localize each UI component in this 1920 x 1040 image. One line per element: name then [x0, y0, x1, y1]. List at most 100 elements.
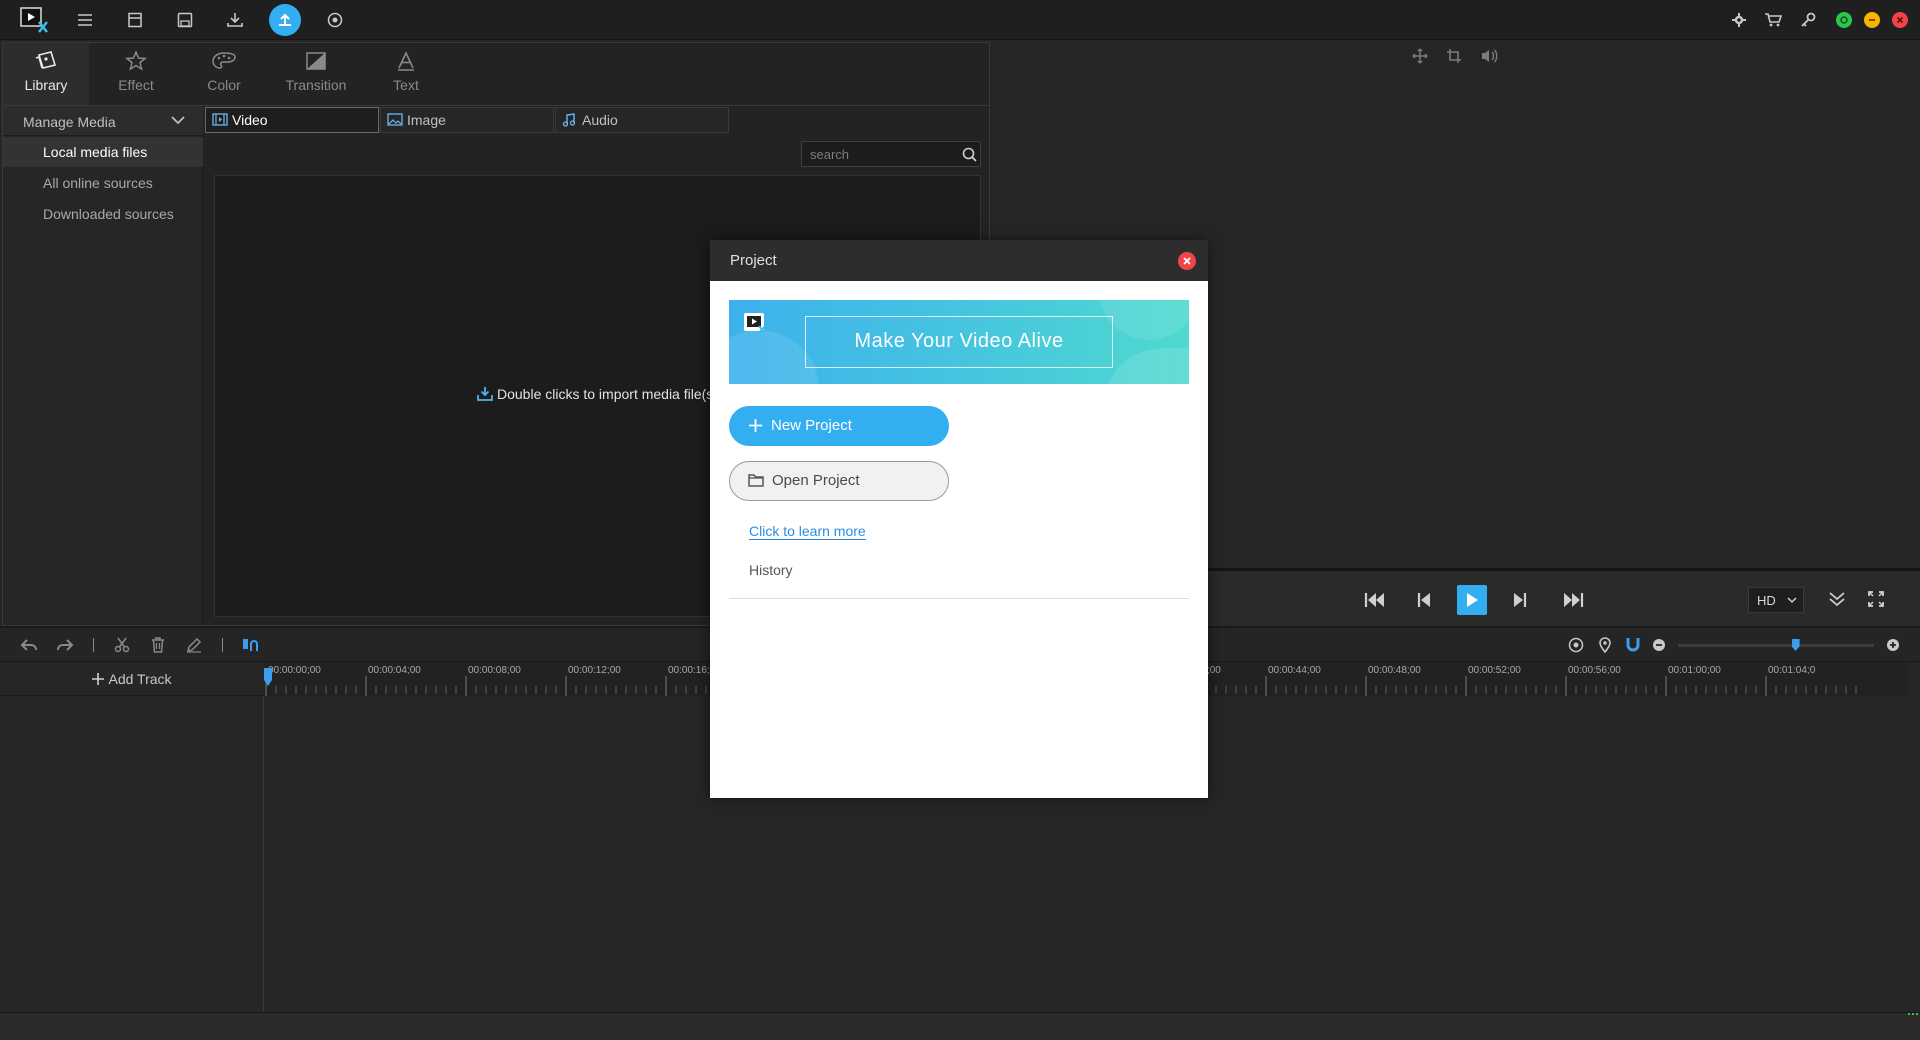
tab-color[interactable]: Color: [181, 43, 267, 105]
tab-library[interactable]: Library: [3, 43, 89, 105]
ruler-tick-label: 00:01:00;00: [1668, 665, 1721, 676]
sidebar-item-label: Downloaded sources: [43, 206, 174, 222]
image-icon: [387, 113, 403, 126]
new-project-button[interactable]: New Project: [729, 406, 949, 446]
close-icon: [1183, 257, 1191, 265]
tab-library-label: Library: [24, 77, 68, 93]
history-heading: History: [749, 562, 793, 578]
add-track-button[interactable]: Add Track: [0, 662, 264, 696]
magnet-icon[interactable]: [1626, 637, 1640, 653]
tab-video[interactable]: Video: [205, 107, 379, 133]
close-window-button[interactable]: [1892, 12, 1908, 28]
skip-end-icon[interactable]: [1562, 591, 1584, 609]
search-icon[interactable]: [962, 147, 977, 162]
media-sidebar: Manage Media Local media files All onlin…: [3, 106, 203, 625]
edit-icon[interactable]: [186, 637, 202, 653]
zoom-slider[interactable]: [1678, 639, 1874, 651]
minimize-button[interactable]: [1864, 12, 1880, 28]
add-track-label: Add Track: [108, 671, 172, 687]
search-box: [801, 141, 981, 167]
sidebar-item-local-media[interactable]: Local media files: [3, 137, 203, 167]
ruler-tick-label: 00:00:52;00: [1468, 665, 1521, 676]
ruler-tick-label: 00:00:04;00: [368, 665, 421, 676]
zoom-slider-thumb[interactable]: [1791, 639, 1800, 651]
redo-icon[interactable]: [56, 637, 74, 653]
download-icon[interactable]: [222, 7, 248, 33]
new-file-icon[interactable]: [122, 7, 148, 33]
history-list: [729, 606, 1189, 786]
crop-icon[interactable]: [1446, 48, 1462, 64]
top-bar: [0, 0, 1920, 40]
quality-select[interactable]: HD: [1748, 587, 1804, 613]
tab-audio[interactable]: Audio: [555, 107, 729, 133]
film-icon: [212, 113, 228, 126]
zoom-out-icon[interactable]: [1652, 638, 1666, 652]
ruler-tick-label: 00:00:12;00: [568, 665, 621, 676]
plus-icon: [92, 673, 105, 685]
tab-image-label: Image: [407, 112, 446, 128]
chevron-down-icon: [1787, 597, 1797, 604]
plus-icon: [749, 419, 762, 432]
save-icon[interactable]: [172, 7, 198, 33]
tab-transition-label: Transition: [285, 77, 347, 93]
manage-media-dropdown[interactable]: Manage Media: [3, 106, 203, 136]
volume-icon[interactable]: [1480, 48, 1498, 64]
tab-audio-label: Audio: [582, 112, 618, 128]
ruler-tick-label: 00:00:08;00: [468, 665, 521, 676]
app-logo-icon: [18, 5, 50, 35]
fullscreen-icon[interactable]: [1868, 591, 1884, 607]
app-logo-icon: [744, 313, 766, 334]
record-icon[interactable]: [322, 7, 348, 33]
open-project-button[interactable]: Open Project: [729, 461, 949, 501]
tab-text[interactable]: Text: [363, 43, 449, 105]
cart-icon[interactable]: [1760, 7, 1786, 33]
step-back-icon[interactable]: [1416, 591, 1432, 609]
import-hint-text: Double clicks to import media file(s: [497, 386, 714, 402]
zoom-in-icon[interactable]: [1886, 638, 1900, 652]
settings-icon[interactable]: [1726, 7, 1752, 33]
import-icon: [477, 387, 493, 401]
music-note-icon: [562, 113, 576, 127]
chevron-down-icon: [171, 116, 185, 125]
undo-icon[interactable]: [20, 637, 38, 653]
skip-start-icon[interactable]: [1364, 591, 1386, 609]
cut-icon[interactable]: [114, 637, 130, 653]
export-icon[interactable]: [269, 4, 301, 36]
tab-effect[interactable]: Effect: [93, 43, 179, 105]
menu-icon[interactable]: [72, 7, 98, 33]
media-type-tabs: Video Image Audio: [205, 107, 989, 133]
dialog-close-button[interactable]: [1178, 252, 1196, 270]
tab-color-label: Color: [207, 77, 241, 93]
sidebar-item-label: All online sources: [43, 175, 153, 191]
move-icon[interactable]: [1412, 48, 1428, 64]
status-bar: [0, 1012, 1920, 1040]
ruler-tick-label: 00:00:16;0: [668, 665, 716, 676]
search-input[interactable]: [810, 145, 950, 163]
tab-transition[interactable]: Transition: [269, 43, 363, 105]
play-button[interactable]: [1457, 585, 1487, 615]
tab-effect-label: Effect: [118, 77, 154, 93]
play-icon: [1467, 593, 1478, 607]
toolbar-divider: [93, 638, 94, 652]
sidebar-item-label: Local media files: [43, 144, 148, 160]
tab-image[interactable]: Image: [380, 107, 554, 133]
resize-grip-icon[interactable]: [1908, 1013, 1918, 1021]
marker-icon[interactable]: [1598, 637, 1612, 653]
snap-icon[interactable]: [242, 637, 260, 653]
sidebar-item-online-sources[interactable]: All online sources: [3, 168, 203, 198]
double-chevron-down-icon[interactable]: [1828, 590, 1846, 608]
learn-more-link[interactable]: Click to learn more: [749, 523, 866, 540]
restore-button[interactable]: [1836, 12, 1852, 28]
playhead[interactable]: [264, 668, 272, 690]
step-forward-icon[interactable]: [1512, 591, 1528, 609]
sidebar-item-downloaded[interactable]: Downloaded sources: [3, 199, 203, 229]
folder-icon: [748, 474, 764, 487]
dialog-header: Project: [710, 240, 1208, 281]
project-dialog: Project Make Your Video Alive New Projec…: [710, 240, 1208, 798]
toolbar-divider: [222, 638, 223, 652]
key-icon[interactable]: [1795, 7, 1821, 33]
render-icon[interactable]: [1568, 637, 1584, 653]
ruler-tick-label: 00:01:04;0: [1768, 665, 1816, 676]
ruler-tick-label: 00:00:00;00: [268, 665, 321, 676]
delete-icon[interactable]: [150, 637, 166, 653]
